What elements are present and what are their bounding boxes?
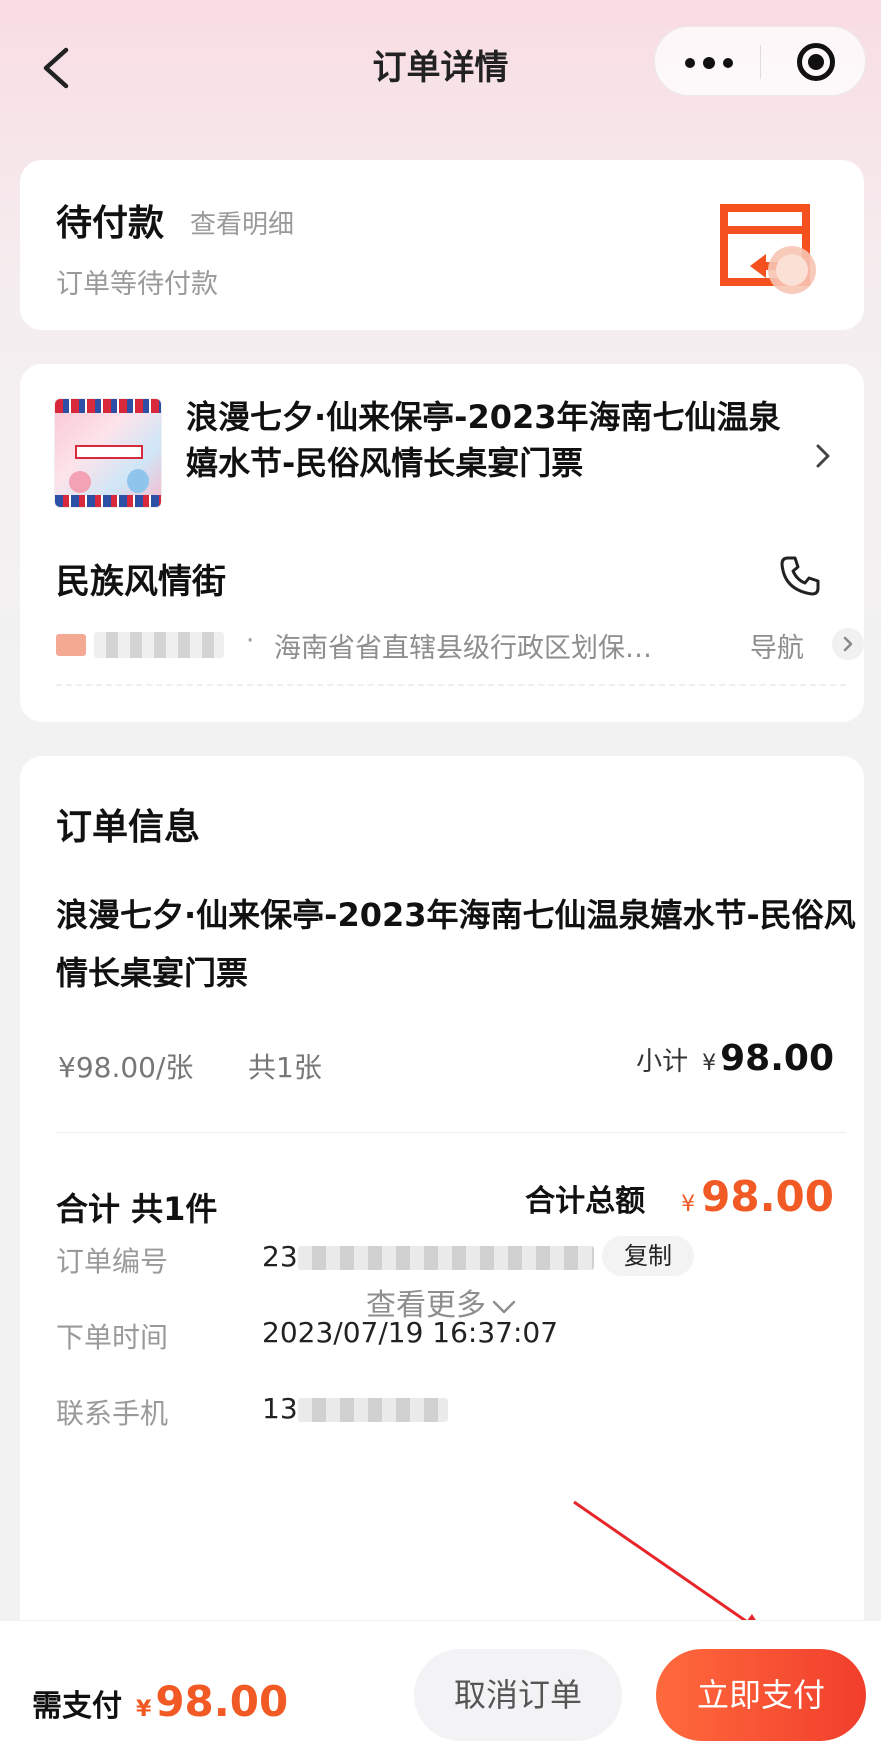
order-time-value: 2023/07/19 16:37:07 bbox=[262, 1316, 559, 1349]
total-count: 合计 共1件 bbox=[56, 1190, 218, 1228]
phone-prefix: 13 bbox=[262, 1392, 298, 1425]
distance-redacted bbox=[56, 630, 226, 658]
cancel-order-button[interactable]: 取消订单 bbox=[414, 1649, 622, 1741]
redacted-phone-number bbox=[297, 1398, 448, 1422]
amount-due-label: 需支付 bbox=[32, 1689, 122, 1724]
currency-symbol: ¥ bbox=[681, 1192, 696, 1217]
currency-symbol: ¥ bbox=[702, 1051, 717, 1076]
contact-phone-value: 13 bbox=[262, 1392, 448, 1425]
navigate-link[interactable]: 导航 bbox=[750, 626, 804, 665]
total-label: 合计总额 bbox=[525, 1184, 646, 1219]
order-number-value: 23 bbox=[262, 1240, 594, 1273]
currency-symbol: ¥ bbox=[136, 1697, 152, 1722]
product-card[interactable]: 浪漫七夕·仙来保亭-2023年海南七仙温泉嬉水节-民俗风情长桌宴门票 民族风情街… bbox=[20, 364, 864, 722]
section-title: 订单信息 bbox=[56, 807, 201, 848]
status-subtitle: 订单等待付款 bbox=[56, 269, 218, 300]
divider bbox=[56, 1132, 846, 1133]
order-number-label: 订单编号 bbox=[56, 1245, 169, 1278]
contact-phone-label: 联系手机 bbox=[56, 1397, 169, 1430]
subtotal-label: 小计 bbox=[636, 1047, 689, 1077]
navigate-arrow-icon[interactable] bbox=[832, 628, 864, 660]
product-name[interactable]: 浪漫七夕·仙来保亭-2023年海南七仙温泉嬉水节-民俗风情长桌宴门票 bbox=[186, 394, 806, 486]
ticket-quantity: 共1张 bbox=[248, 1051, 322, 1084]
target-close-icon[interactable] bbox=[761, 27, 867, 97]
order-time-row: 下单时间 2023/07/19 16:37:07 bbox=[56, 1316, 846, 1360]
total-amount: 合计总额 ¥98.00 bbox=[525, 1172, 834, 1221]
mini-program-capsule bbox=[654, 26, 866, 96]
amount-due-value: 98.00 bbox=[155, 1677, 289, 1726]
subtotal: 小计 ¥98.00 bbox=[636, 1038, 834, 1079]
chevron-down-icon bbox=[492, 1300, 516, 1313]
more-dots-icon[interactable] bbox=[655, 27, 760, 97]
order-time-label: 下单时间 bbox=[56, 1321, 169, 1354]
order-number-row: 订单编号 23 复制 bbox=[56, 1236, 846, 1284]
amount-due: 需支付 ¥98.00 bbox=[32, 1677, 288, 1726]
venue-name: 民族风情街 bbox=[56, 562, 226, 602]
order-status-card: 待付款 查看明细 订单等待付款 bbox=[20, 160, 864, 330]
order-info-card: 订单信息 浪漫七夕·仙来保亭-2023年海南七仙温泉嬉水节-民俗风情长桌宴门票 … bbox=[20, 756, 864, 1764]
chevron-right-icon[interactable] bbox=[810, 436, 836, 476]
venue-location-row: · 海南省省直辖县级行政区划保亭… 导航 bbox=[56, 626, 864, 666]
total-value: 98.00 bbox=[701, 1172, 834, 1221]
venue-address: 海南省省直辖县级行政区划保亭… bbox=[274, 633, 654, 664]
contact-phone-row: 联系手机 13 bbox=[56, 1392, 846, 1436]
order-product-name: 浪漫七夕·仙来保亭-2023年海南七仙温泉嬉水节-民俗风情长桌宴门票 bbox=[56, 896, 856, 992]
redacted-order-number bbox=[297, 1246, 594, 1270]
unit-price: ¥98.00/张 bbox=[58, 1051, 194, 1084]
top-nav-bar: 订单详情 bbox=[0, 0, 881, 140]
product-thumbnail bbox=[54, 398, 162, 508]
copy-button[interactable]: 复制 bbox=[602, 1236, 694, 1276]
pay-now-button[interactable]: 立即支付 bbox=[656, 1649, 866, 1741]
separator-dot: · bbox=[246, 626, 255, 656]
phone-icon[interactable] bbox=[778, 554, 822, 598]
bottom-payment-bar: 需支付 ¥98.00 取消订单 立即支付 bbox=[0, 1620, 881, 1764]
pending-payment-icon bbox=[720, 200, 840, 300]
status-title: 待付款 bbox=[56, 203, 165, 244]
subtotal-value: 98.00 bbox=[720, 1038, 834, 1079]
order-number-prefix: 23 bbox=[262, 1240, 298, 1273]
divider bbox=[56, 684, 846, 686]
view-details-link[interactable]: 查看明细 bbox=[190, 204, 294, 241]
